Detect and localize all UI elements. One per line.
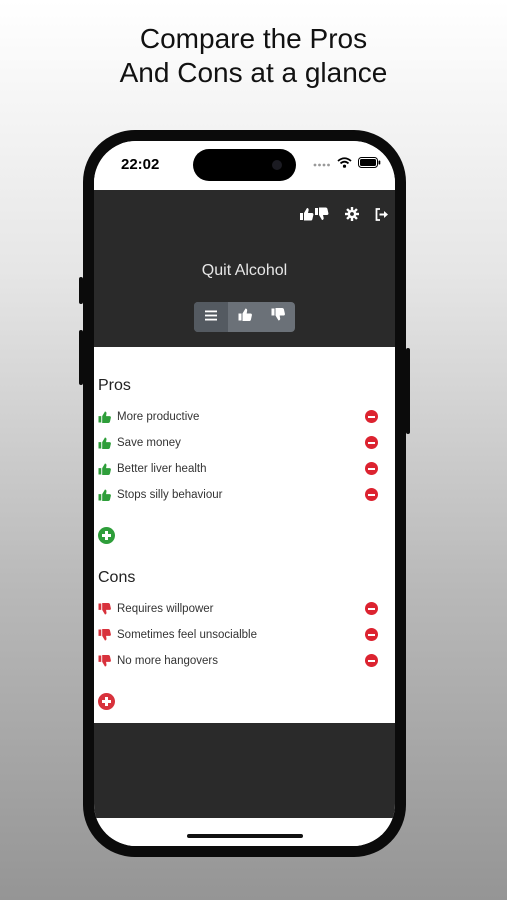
app-header: Quit Alcohol bbox=[94, 190, 395, 347]
list-item[interactable]: No more hangovers bbox=[98, 651, 378, 671]
thumbs-up-icon bbox=[98, 489, 114, 501]
thumbs-up-icon bbox=[98, 463, 114, 475]
phone-frame: 22:02 Quit Alcohol Pros More productive … bbox=[79, 130, 410, 857]
remove-icon[interactable] bbox=[365, 602, 378, 615]
list-icon bbox=[204, 308, 217, 326]
remove-icon[interactable] bbox=[365, 628, 378, 641]
phone-power-button bbox=[406, 348, 410, 434]
list-item[interactable]: Sometimes feel unsocialble bbox=[98, 625, 378, 645]
thumbs-up-down-icon[interactable] bbox=[299, 207, 329, 221]
promo-headline: Compare the Pros And Cons at a glance bbox=[0, 22, 507, 90]
thumbs-up-icon bbox=[98, 437, 114, 449]
status-time: 22:02 bbox=[121, 156, 160, 173]
list-item[interactable]: More productive bbox=[98, 407, 378, 427]
pro-label: Better liver health bbox=[117, 463, 207, 475]
cons-heading: Cons bbox=[98, 569, 136, 586]
remove-icon[interactable] bbox=[365, 410, 378, 423]
dynamic-island bbox=[193, 149, 296, 181]
phone-volume-button bbox=[79, 330, 83, 385]
phone-mute-switch bbox=[79, 277, 83, 304]
remove-icon[interactable] bbox=[365, 488, 378, 501]
con-label: Sometimes feel unsocialble bbox=[117, 629, 257, 641]
thumbs-down-icon bbox=[98, 603, 114, 615]
camera-icon bbox=[272, 160, 282, 170]
headline-line-2: And Cons at a glance bbox=[119, 57, 388, 88]
status-bar: 22:02 bbox=[94, 141, 395, 190]
phone-screen: 22:02 Quit Alcohol Pros More productive … bbox=[94, 141, 395, 846]
segment-cons[interactable] bbox=[261, 302, 295, 332]
signal-dots-icon bbox=[313, 155, 331, 173]
pro-label: More productive bbox=[117, 411, 200, 423]
empty-area bbox=[94, 723, 395, 818]
battery-icon bbox=[358, 155, 381, 173]
home-indicator-area bbox=[94, 818, 395, 846]
pros-heading: Pros bbox=[98, 377, 131, 394]
con-label: No more hangovers bbox=[117, 655, 218, 667]
list-item[interactable]: Requires willpower bbox=[98, 599, 378, 619]
header-actions bbox=[299, 207, 389, 221]
thumbs-up-icon bbox=[98, 411, 114, 423]
pro-label: Stops silly behaviour bbox=[117, 489, 223, 501]
con-label: Requires willpower bbox=[117, 603, 214, 615]
wifi-icon bbox=[337, 155, 352, 173]
app-title: Quit Alcohol bbox=[201, 262, 288, 279]
add-con-button[interactable] bbox=[98, 693, 115, 710]
gear-icon[interactable] bbox=[345, 207, 359, 221]
thumbs-down-icon bbox=[98, 655, 114, 667]
headline-line-1: Compare the Pros bbox=[139, 23, 368, 54]
remove-icon[interactable] bbox=[365, 462, 378, 475]
thumbs-up-icon bbox=[238, 308, 252, 326]
content-list: Pros More productive Save money Better l… bbox=[94, 347, 395, 723]
logout-icon[interactable] bbox=[375, 207, 389, 221]
home-indicator[interactable] bbox=[187, 834, 303, 838]
segment-pros[interactable] bbox=[228, 302, 262, 332]
remove-icon[interactable] bbox=[365, 654, 378, 667]
list-item[interactable]: Stops silly behaviour bbox=[98, 485, 378, 505]
thumbs-down-icon bbox=[271, 308, 286, 326]
list-item[interactable]: Better liver health bbox=[98, 459, 378, 479]
view-filter-segmented-control bbox=[194, 302, 295, 332]
thumbs-down-icon bbox=[98, 629, 114, 641]
list-item[interactable]: Save money bbox=[98, 433, 378, 453]
status-icons bbox=[313, 155, 381, 173]
add-pro-button[interactable] bbox=[98, 527, 115, 544]
segment-all[interactable] bbox=[194, 302, 228, 332]
remove-icon[interactable] bbox=[365, 436, 378, 449]
pro-label: Save money bbox=[117, 437, 181, 449]
